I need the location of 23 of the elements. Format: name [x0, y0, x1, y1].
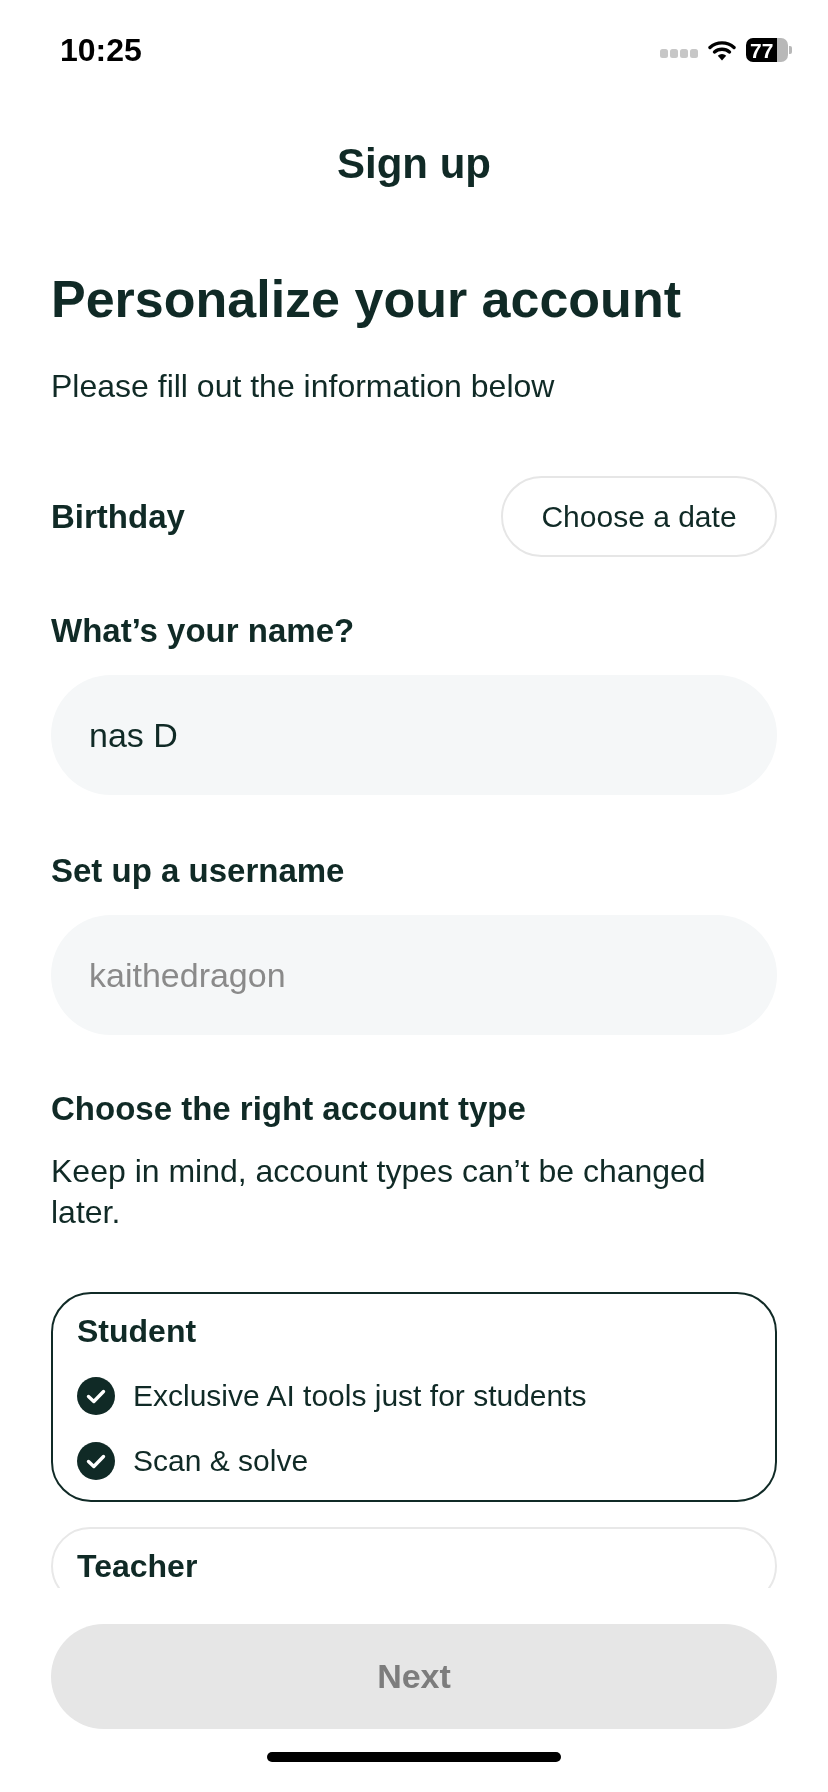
battery-indicator: 77 [746, 38, 792, 62]
check-circle-icon [77, 1442, 115, 1480]
username-label: Set up a username [51, 851, 346, 891]
wifi-icon [708, 39, 736, 61]
account-type-note: Keep in mind, account types can’t be changed later. [51, 1152, 707, 1232]
option-title: Student [77, 1312, 198, 1351]
option-title: Teacher [77, 1547, 199, 1586]
feature-text: Exclusive AI tools just for students [133, 1379, 587, 1413]
name-label: What’s your name? [51, 611, 356, 651]
check-circle-icon [77, 1377, 115, 1415]
page-title: Sign up [337, 140, 491, 188]
subtitle: Please fill out the information below [51, 367, 556, 406]
username-field[interactable]: kaithedragon [51, 915, 777, 1035]
feature-text: Scan & solve [133, 1444, 309, 1478]
account-type-option[interactable]: Teacher [51, 1527, 777, 1588]
signal-icon [660, 48, 698, 58]
choose-date-button[interactable]: Choose a date [501, 476, 777, 557]
account-type-option[interactable]: Student Exclusive AI tools just for students Scan & solve [51, 1292, 777, 1502]
account-type-label: Choose the right account type [51, 1089, 527, 1129]
name-field[interactable]: nas D [51, 675, 777, 795]
status-time: 10:25 [60, 31, 142, 69]
heading: Personalize your account [51, 270, 682, 328]
birthday-label: Birthday [51, 496, 185, 537]
